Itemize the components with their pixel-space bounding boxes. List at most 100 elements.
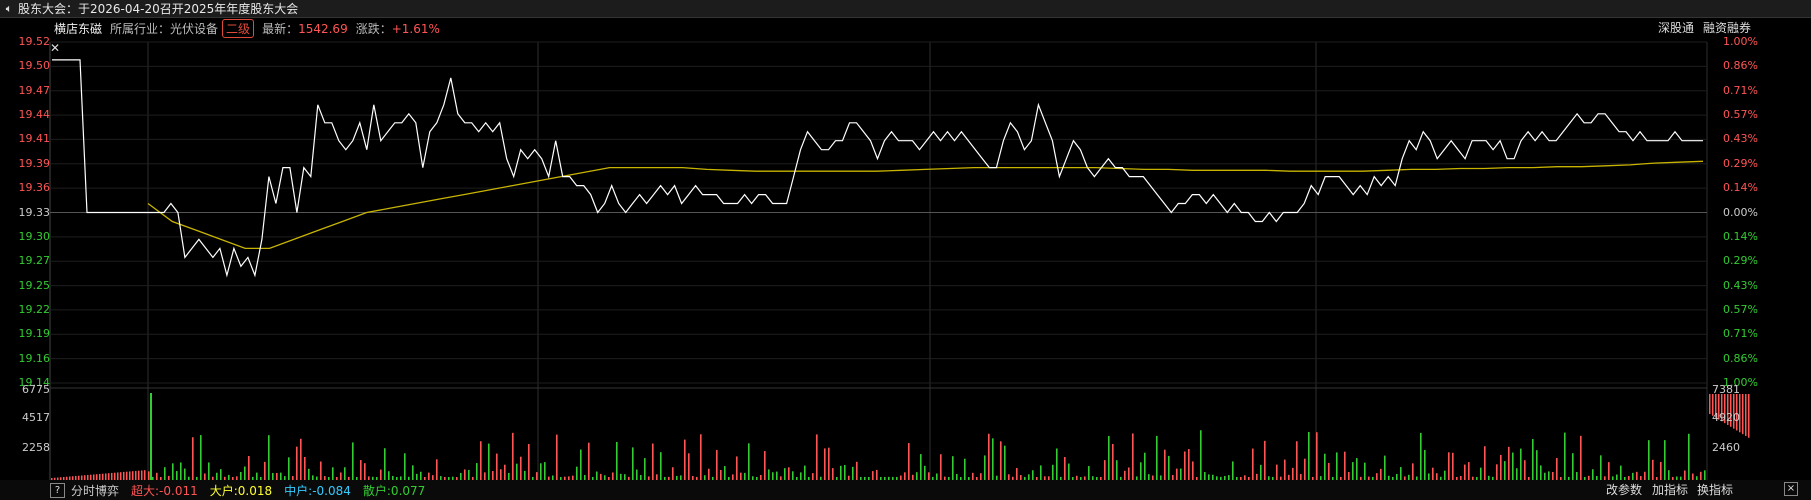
volume-bar [876,469,878,480]
volume-bar [123,471,125,480]
shenguotong-button[interactable]: 深股通 [1658,19,1694,36]
volume-bar [1484,446,1486,480]
volume-bar [496,453,498,480]
volume-bar [184,468,186,480]
volume-bar [616,441,618,480]
volume-bar [684,439,686,480]
volume-bar [1316,432,1318,480]
volume-bar [804,465,806,480]
volume-bar [1344,451,1346,480]
volume-bar [1444,470,1446,480]
volume-bar [176,471,178,480]
volume-bar [1132,433,1134,480]
volume-bar [1168,455,1170,480]
volume-bar [1400,467,1402,480]
volume-bar [1576,472,1578,480]
volume-bar [916,472,918,480]
volume-bar [644,458,646,480]
volume-tick-label-right: 4920 [1712,411,1740,424]
volume-bar [436,459,438,480]
announcement-text[interactable]: 股东大会：于2026-04-20召开2025年年度股东大会 [18,0,298,17]
volume-bar [1636,471,1638,480]
volume-bar [144,470,146,480]
volume-tick-label-right: 7381 [1712,383,1740,396]
price-tick-label: 19.19 [18,327,51,341]
volume-bar [1384,455,1386,480]
level-tag[interactable]: 二级 [222,19,255,38]
volume-bar [464,469,466,480]
volume-bar [272,472,274,480]
volume-bar [588,442,590,480]
volume-bar [904,472,906,480]
volume-bar [288,457,290,480]
intraday-chart[interactable] [0,0,1811,500]
price-tick-label: 19.36 [18,181,51,195]
volume-bar [412,465,414,480]
volume-bar [388,471,390,480]
volume-bar [1592,469,1594,480]
volume-bar [1052,464,1054,480]
close-icon[interactable]: ✕ [50,42,63,55]
volume-bar [596,471,598,480]
volume-bar [1252,448,1254,480]
volume-bar [1204,472,1206,480]
volume-bar [404,453,406,480]
margin-trading-button[interactable]: 融资融券 [1703,19,1751,36]
volume-bar [1452,452,1454,480]
volume-bar [852,466,854,480]
volume-bar [192,437,194,480]
volume-bar [150,393,152,480]
volume-bar [800,472,802,480]
volume-bar [156,472,158,480]
stock-name[interactable]: 横店东磁 [54,20,102,37]
volume-bar [1516,468,1518,480]
volume-bar [1548,471,1550,480]
volume-bar [1688,433,1690,480]
indicator-title: 分时博弈 [71,483,120,498]
volume-bar [632,447,634,480]
volume-bar [992,438,994,480]
volume-bar [792,471,794,480]
volume-bar [480,441,482,480]
volume-bar [744,472,746,480]
volume-bar [812,473,814,480]
volume-bar [1664,440,1666,480]
volume-bar [700,434,702,480]
volume-bar [1328,462,1330,480]
volume-bar [1632,472,1634,480]
pct-tick-label: 1.00% [1723,35,1758,48]
volume-bar [1644,471,1646,480]
volume-bar [920,454,922,480]
volume-bar [308,468,310,480]
chart-grid [49,41,1708,480]
volume-bar [1436,473,1438,480]
price-tick-label: 19.27 [18,254,51,268]
volume-bar [1264,440,1266,480]
add-indicator-button[interactable]: 加指标 [1652,481,1688,498]
volume-bar [428,472,430,480]
change-param-button[interactable]: 改参数 [1606,481,1642,498]
price-change: 涨跌：+1.61% [355,22,440,36]
volume-bar [468,469,470,480]
volume-bar [924,465,926,480]
volume-bar [1468,462,1470,480]
pct-tick-label: 0.43% [1723,278,1758,292]
volume-bar [784,468,786,480]
volume-bar [1200,430,1202,480]
volume-bar [111,472,113,480]
volume-tick-label: 6775 [22,383,50,396]
switch-indicator-button[interactable]: 换指标 [1697,481,1733,498]
volume-bar [1524,460,1526,480]
pct-tick-label: 0.00% [1723,205,1758,219]
volume-bar [768,469,770,480]
volume-bar [1364,462,1366,480]
volume-bar [332,467,334,480]
latest-price: 最新：1542.69 [262,22,348,36]
volume-bar [528,444,530,480]
volume-bar [126,471,128,480]
volume-bar [724,466,726,480]
volume-bar [1709,394,1711,414]
close-indicator-button[interactable]: × [1784,482,1798,496]
help-button[interactable]: ? [50,482,65,498]
volume-bar [520,456,522,480]
